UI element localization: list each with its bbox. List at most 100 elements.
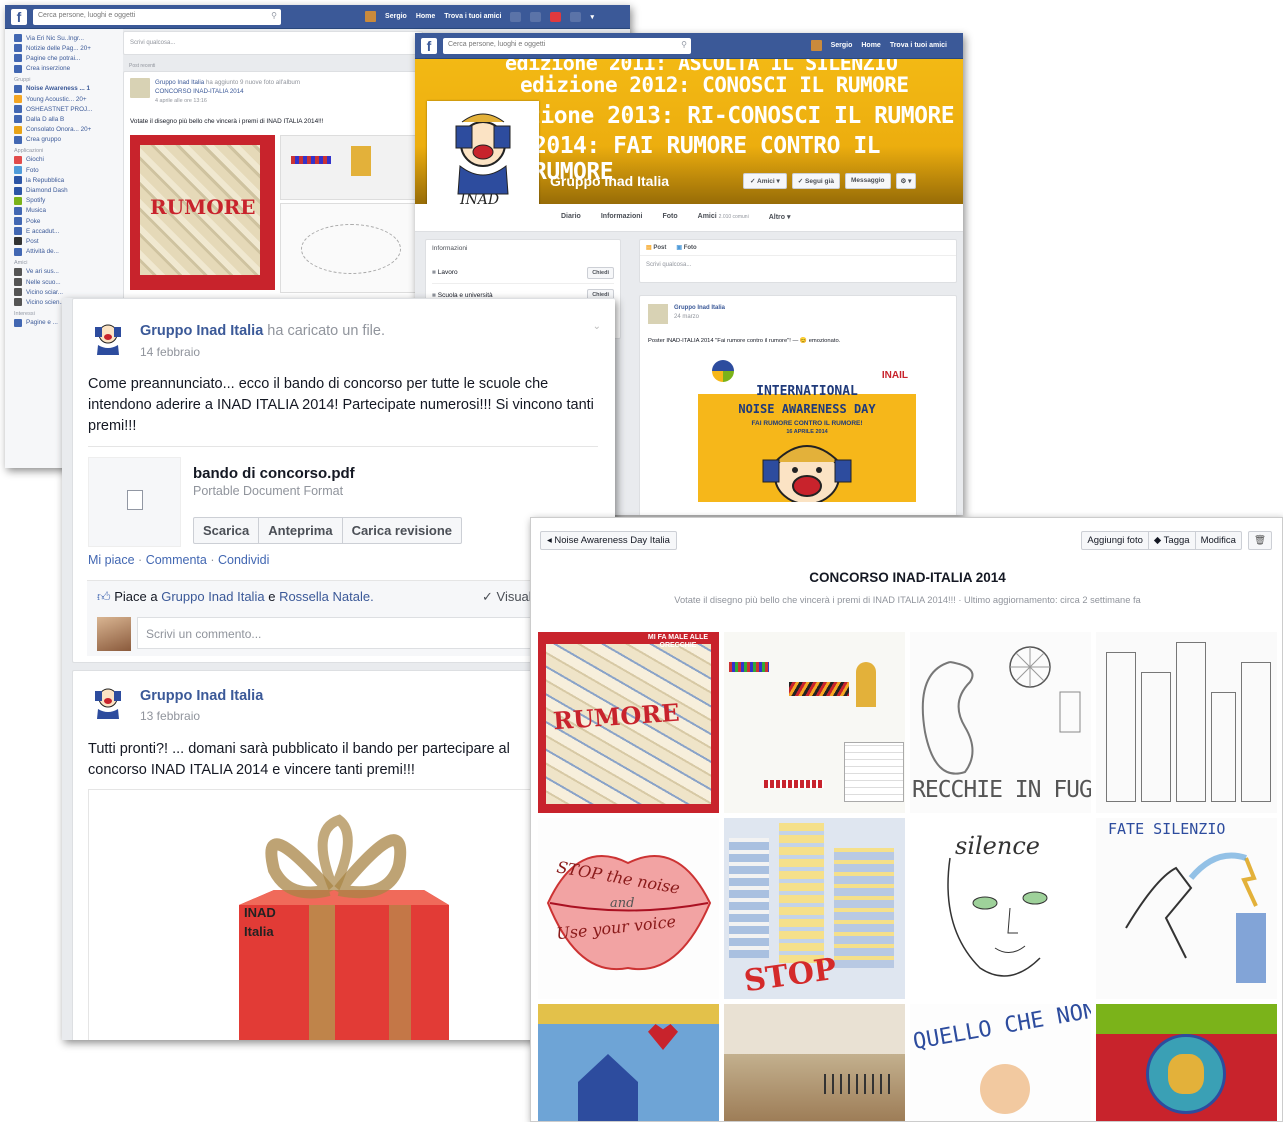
photo-collage[interactable]: RUMORE <box>130 135 420 305</box>
photo-thumb-2[interactable] <box>724 632 905 813</box>
friends-button[interactable]: ✓ Amici ▾ <box>743 173 787 189</box>
inad-poster[interactable]: INAIL INTERNATIONAL NOISE AWARENESS DAY … <box>698 354 916 502</box>
sidebar-item[interactable]: Crea inserzione <box>14 64 123 74</box>
nav-home[interactable]: Home <box>861 42 880 49</box>
message-button[interactable]: Messaggio <box>844 173 891 189</box>
group-avatar[interactable] <box>130 78 150 98</box>
sidebar-item[interactable]: Ve ari sus... <box>14 267 123 277</box>
tab-friends[interactable]: Amici 2.010 comuni <box>698 213 749 221</box>
like-link[interactable]: Mi piace <box>88 553 135 567</box>
share-link[interactable]: Condividi <box>218 553 269 567</box>
liker-link[interactable]: Rossella Natale. <box>279 589 374 604</box>
facebook-logo-icon[interactable]: f <box>421 37 437 54</box>
sidebar-item[interactable]: Via Eri Nic Su..Ingr... <box>14 33 123 43</box>
album-link[interactable]: CONCORSO INAD-ITALIA 2014 <box>155 88 244 95</box>
file-name[interactable]: bando di concorso.pdf <box>193 465 355 482</box>
comment-link[interactable]: Commenta <box>146 553 207 567</box>
tab-more[interactable]: Altro ▾ <box>769 213 791 221</box>
sidebar-item[interactable]: Consolato Onora... 20+ <box>14 125 123 135</box>
sidebar-item[interactable]: Spotify <box>14 196 123 206</box>
composer-tab-post[interactable]: ▤ Post <box>646 244 666 251</box>
avatar[interactable] <box>365 11 377 22</box>
nav-find-friends[interactable]: Trova i tuoi amici <box>444 13 501 20</box>
sidebar-item[interactable]: Foto <box>14 165 123 175</box>
avatar[interactable] <box>810 40 822 51</box>
trash-icon[interactable]: 🗑︎ <box>1247 531 1272 550</box>
seen-indicator[interactable]: ✓ Visuali <box>482 589 535 605</box>
edit-button[interactable]: Modifica <box>1195 531 1242 550</box>
photo-thumb-3[interactable]: RECCHIE IN FUGA <box>910 632 1091 813</box>
sidebar-item[interactable]: E accadut... <box>14 226 123 236</box>
post-author[interactable]: Gruppo Inad Italia <box>155 79 204 86</box>
sidebar-item[interactable]: Nelle scuo... <box>14 277 123 287</box>
ask-button[interactable]: Chiedi <box>587 266 614 279</box>
tag-button[interactable]: ◆ Tagga <box>1148 531 1196 550</box>
messages-icon[interactable] <box>530 11 542 22</box>
post-author[interactable]: Gruppo Inad Italia <box>140 688 263 704</box>
nav-home[interactable]: Home <box>416 13 435 20</box>
post-author[interactable]: Gruppo Inad Italia <box>140 323 263 339</box>
sidebar-item[interactable]: Vicino sciar... <box>14 287 123 297</box>
sidebar-item[interactable]: Musica <box>14 206 123 216</box>
search-input[interactable]: Cerca persone, luoghi e oggetti ⚲ <box>443 37 691 54</box>
collage-photo-main[interactable]: RUMORE <box>130 135 275 290</box>
photo-thumb-6[interactable]: STOP <box>724 818 905 999</box>
sidebar-item[interactable]: Noise Awareness ... 1 <box>14 84 123 94</box>
sidebar-item[interactable]: Notizie delle Pag... 20+ <box>14 43 123 53</box>
search-icon[interactable]: ⚲ <box>681 40 687 49</box>
nav-find-friends[interactable]: Trova i tuoi amici <box>890 42 947 49</box>
search-input[interactable]: Cerca persone, luoghi e oggetti ⚲ <box>33 8 281 25</box>
notifications-icon[interactable] <box>550 11 562 22</box>
nav-user[interactable]: Sergio <box>831 42 853 49</box>
group-avatar[interactable] <box>648 304 668 324</box>
photo-thumb-10[interactable] <box>724 1004 905 1121</box>
group-name[interactable]: Gruppo Inad Italia <box>550 173 669 189</box>
photo-thumb-8[interactable]: FATE SILENZIO <box>1096 818 1277 999</box>
friend-requests-icon[interactable] <box>510 11 522 22</box>
composer[interactable]: Scrivi qualcosa... <box>123 31 423 55</box>
post-time[interactable]: 24 marzo <box>674 314 699 320</box>
sidebar-item[interactable]: Giochi <box>14 155 123 165</box>
more-button[interactable]: ⚙ ▾ <box>895 173 917 189</box>
sidebar-item[interactable]: Diamond Dash <box>14 185 123 195</box>
upload-revision-button[interactable]: Carica revisione <box>342 517 463 544</box>
back-to-page-button[interactable]: ◂ Noise Awareness Day Italia <box>540 531 677 550</box>
collage-photo-2[interactable] <box>280 135 420 200</box>
liker-link[interactable]: Gruppo Inad Italia <box>161 589 264 604</box>
privacy-icon[interactable] <box>570 11 582 22</box>
post-author[interactable]: Gruppo Inad Italia <box>674 305 725 311</box>
sidebar-item[interactable]: OSHEASTNET PROJ... <box>14 104 123 114</box>
photo-thumb-11[interactable]: QUELLO CHE NON <box>910 1004 1091 1121</box>
sidebar-item[interactable]: Pagine che potrai... <box>14 53 123 63</box>
sidebar-item[interactable]: Crea gruppo <box>14 135 123 145</box>
gift-image[interactable]: INAD Italia <box>88 789 548 1040</box>
sidebar-item[interactable]: Dalla D alla B <box>14 114 123 124</box>
post-time[interactable]: 4 aprile alle ore 13:16 <box>155 98 207 104</box>
tab-about[interactable]: Informazioni <box>601 213 643 221</box>
avatar[interactable] <box>97 617 131 651</box>
photo-thumb-5[interactable]: STOP the noise and Use your voice <box>538 818 719 999</box>
photo-thumb-12[interactable] <box>1096 1004 1277 1121</box>
sidebar-item[interactable]: Young Acoustic... 20+ <box>14 94 123 104</box>
sidebar-item[interactable]: Poke <box>14 216 123 226</box>
following-button[interactable]: ✓ Segui già <box>791 173 840 189</box>
preview-button[interactable]: Anteprima <box>259 517 343 544</box>
download-button[interactable]: Scarica <box>193 517 260 544</box>
photo-thumb-9[interactable] <box>538 1004 719 1121</box>
sidebar-item[interactable]: la Repubblica <box>14 175 123 185</box>
sidebar-item[interactable]: Attività de... <box>14 247 123 257</box>
collage-photo-3[interactable] <box>280 203 420 293</box>
post-date[interactable]: 14 febbraio <box>140 345 200 359</box>
settings-icon[interactable]: ▾ <box>590 13 594 21</box>
sidebar-item[interactable]: Post <box>14 236 123 246</box>
photo-thumb-7[interactable]: silence <box>910 818 1091 999</box>
composer-tab-photo[interactable]: ▣ Foto <box>676 244 696 251</box>
group-avatar[interactable] <box>88 683 128 723</box>
photo-thumb-4[interactable] <box>1096 632 1277 813</box>
composer[interactable]: ▤ Post ▣ Foto Scrivi qualcosa... <box>639 239 957 283</box>
add-photos-button[interactable]: Aggiungi foto <box>1081 531 1149 550</box>
post-date[interactable]: 13 febbraio <box>140 709 200 723</box>
facebook-logo-icon[interactable]: f <box>11 8 27 25</box>
search-icon[interactable]: ⚲ <box>271 11 277 20</box>
tab-photos[interactable]: Foto <box>662 213 677 221</box>
